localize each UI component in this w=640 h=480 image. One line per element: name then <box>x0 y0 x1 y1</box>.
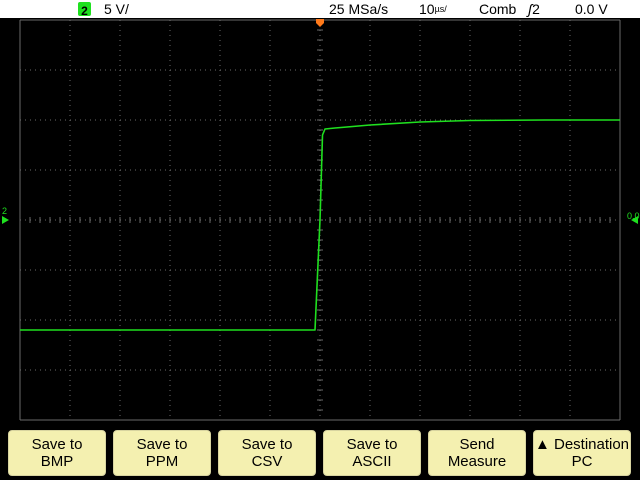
channel-2-badge: 2 <box>78 0 91 19</box>
save-to-bmp-button[interactable]: Save to BMP <box>8 430 106 476</box>
trigger-position-marker <box>316 19 324 27</box>
waveform-trace <box>20 119 620 331</box>
waveform-display[interactable]: 2 0.0 <box>0 18 640 424</box>
send-measure-button[interactable]: Send Measure <box>428 430 526 476</box>
vertical-scale: 5 V/ <box>104 1 129 17</box>
status-bar: 2 5 V/ 25 MSa/s 10µs/ Comb ʃ2 0.0 V <box>0 0 640 18</box>
channel-ground-marker <box>2 216 9 224</box>
save-to-ascii-button[interactable]: Save to ASCII <box>323 430 421 476</box>
channel-ground-label: 2 <box>2 206 7 216</box>
sample-rate: 25 MSa/s <box>329 1 389 17</box>
timebase: 10µs/ <box>419 0 447 18</box>
trigger-source: ʃ2 <box>528 1 540 17</box>
trigger-level: 0.0 V <box>575 1 608 17</box>
trigger-level-label: 0.0 <box>627 211 640 221</box>
acquisition-mode: Comb <box>479 1 517 17</box>
save-to-ppm-button[interactable]: Save to PPM <box>113 430 211 476</box>
timebase-value: 10 <box>419 1 435 17</box>
timebase-unit: µs/ <box>434 4 447 14</box>
destination-pc-button[interactable]: ▲ Destination PC <box>533 430 631 476</box>
save-to-csv-button[interactable]: Save to CSV <box>218 430 316 476</box>
softkey-bar: Save to BMP Save to PPM Save to CSV Save… <box>0 424 640 480</box>
scope-graticule: 2 0.0 <box>2 19 640 421</box>
